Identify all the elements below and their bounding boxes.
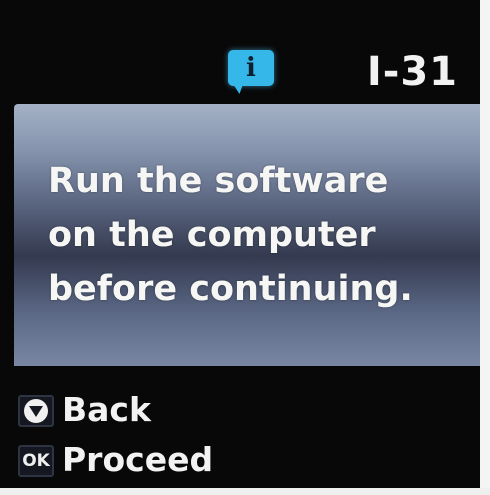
back-label: Back xyxy=(62,390,151,429)
ok-button-icon: OK xyxy=(18,445,54,477)
info-icon-glyph: i xyxy=(246,53,256,83)
status-bar: i I-31 xyxy=(0,0,480,100)
ok-glyph: OK xyxy=(22,451,50,471)
message-code: I-31 xyxy=(366,49,458,95)
info-icon: i xyxy=(228,50,274,94)
message-text: Run the software on the computer before … xyxy=(48,161,413,309)
lcd-screen: i I-31 Run the software on the computer … xyxy=(0,0,480,488)
message-panel: Run the software on the computer before … xyxy=(14,104,480,366)
proceed-label: Proceed xyxy=(62,440,214,479)
stop-circle-icon xyxy=(24,399,48,423)
stop-triangle-icon xyxy=(29,406,43,417)
bezel-bottom xyxy=(0,488,490,495)
stop-button-icon xyxy=(18,395,54,427)
bezel-right xyxy=(480,0,490,495)
